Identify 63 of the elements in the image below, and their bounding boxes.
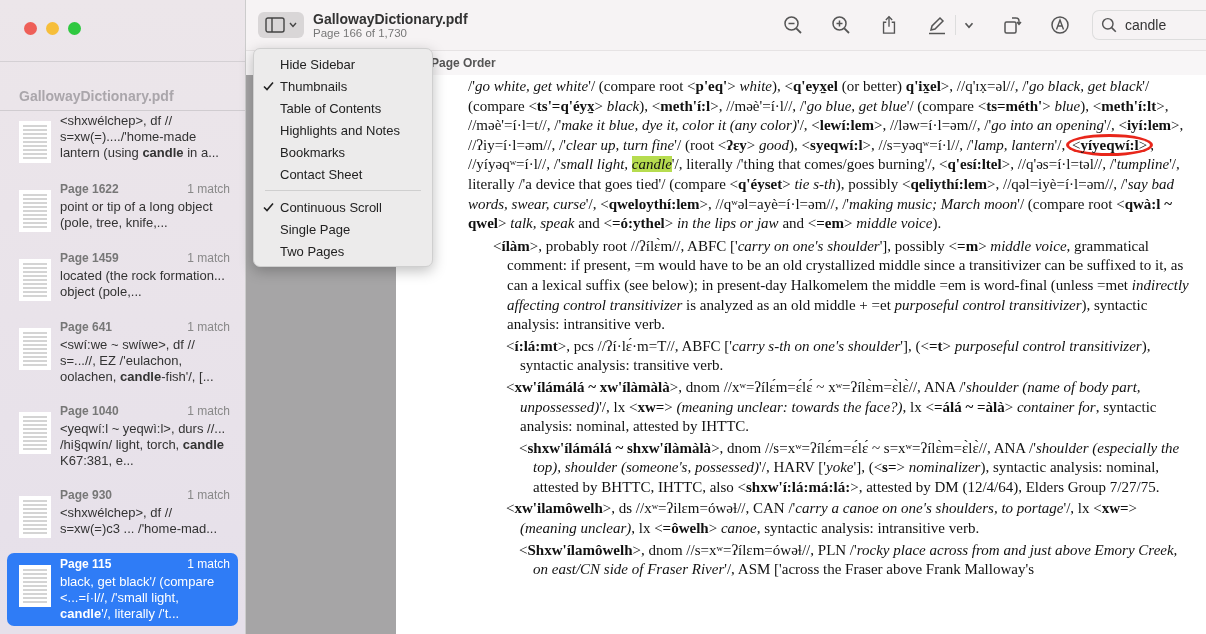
dictionary-entry: <xw'ílámálá ~ xw'ílàmàlà>, dnom //xʷ=ʔílɛ́m=ɛ́lɛ́ ~ xʷ=ʔílɛ̀m=ɛ̀lɛ̀//, ANA /'shoulder (name of body part, unpossessed)'/, lx <xw=> (meaning unclear: towards the face?), lx <=álá ~ =àlà> container for, syntactic analysis: nominal, attested by IHTTC. — [506, 377, 1158, 437]
result-snippet: black, get black'/ (compare <...=í·l//, /'small light, candle'/, literally /'t... — [60, 574, 216, 622]
match-count: 1 match — [187, 182, 230, 196]
page-thumbnail — [19, 190, 51, 232]
chevron-icon — [289, 22, 297, 28]
search-field[interactable]: candle — [1092, 10, 1206, 40]
result-snippet: located (the rock formation... object (pole,... — [60, 268, 226, 300]
pen-icon[interactable] — [927, 15, 947, 35]
menu-item[interactable]: Two Pages — [259, 240, 427, 262]
menu-item[interactable]: Hide Sidebar — [259, 53, 427, 75]
search-result[interactable]: Page 641 1 match <swí:we ~ swíwe>, df // s=...//, EZ /'eulachon, oolachen, candle-fish'/, [... — [7, 316, 238, 389]
menu-item[interactable]: Table of Contents — [259, 97, 427, 119]
menu-item[interactable]: Contact Sheet — [259, 163, 427, 185]
zoom-out-icon[interactable] — [783, 15, 803, 35]
search-icon — [1101, 17, 1117, 33]
match-count: 1 match — [187, 320, 230, 334]
result-snippet: <shxwélchep>, df // s=xw(=)..../'home-made lantern (using candle in a... — [60, 113, 220, 161]
sidebar-title: GallowayDictionary.pdf — [0, 62, 245, 111]
search-result[interactable]: Page 930 1 match <shxwélchep>, df // s=xw(=)c3 ... /'home-mad... — [7, 484, 238, 542]
page-number: Page 1040 — [60, 404, 119, 418]
search-result[interactable]: <shxwélchep>, df // s=xw(=)..../'home-made lantern (using candle in a... — [7, 109, 238, 167]
match-count: 1 match — [187, 251, 230, 265]
result-snippet: <shxwélchep>, df // s=xw(=)c3 ... /'home-mad... — [60, 505, 219, 537]
chevron-icon[interactable] — [964, 21, 974, 29]
page-thumbnail — [19, 259, 51, 301]
window-title: GallowayDictionary.pdf — [313, 11, 468, 27]
zoom-in-icon[interactable] — [831, 15, 851, 35]
menu-item[interactable]: Bookmarks — [259, 141, 427, 163]
page-number: Page 115 — [60, 557, 112, 571]
result-snippet: <yeqwí:l ~ yeqwì:l>, durs //... /hi§qwín/ light, torch, candle K67:381, e... — [60, 421, 227, 469]
dictionary-entry: <ílàm>, probably root //ʔílɛ̀m//, ABFC ['carry on one's shoulder'], possibly <=m> middle voice, grammatical comment: if present, =m would have to be an old crystallized middle since a transitivizer can be suffixed to it, as can a lexical suffix (see below); in present-day Halkomelem the middle =em is word-final (unless =met indirectly affecting control transitivizer is analyzed as an old middle + =et purposeful control transitivizer), syntactic analysis: intransitive verb. — [493, 236, 1190, 335]
page-thumbnail — [19, 121, 51, 163]
dictionary-entry: <í:lá:mt>, pcs //ʔí·lɛ́·m=T//, ABFC ['carry s-th on one's shoulder'], (<=t> purposeful control transitivizer), syntactic analysis: transitive verb. — [506, 336, 1152, 376]
search-result[interactable]: Page 1459 1 match located (the rock formation... object (pole,... — [7, 247, 238, 305]
match-count: 1 match — [187, 488, 230, 502]
menu-item[interactable]: Continuous Scroll — [259, 196, 427, 218]
search-result[interactable]: Page 115 1 match black, get black'/ (compare <...=í·l//, /'small light, candle'/, literally /'t... — [7, 553, 238, 626]
menu-item[interactable]: Highlights and Notes — [259, 119, 427, 141]
sidebar-icon — [265, 17, 285, 33]
dictionary-entry: <xw'ilamôwelh>, ds //xʷ=ʔilɛm=ówəɬ//, CAN /'carry a canoe on one's shoulders, to portage'/, lx <xw=> (meaning unclear), lx <=ôwelh> canoe, syntactic analysis: intransitive verb. — [506, 499, 1139, 539]
dictionary-entry: <shxw'ílámálá ~ shxw'ílàmàlà>, dnom //s=xʷ=ʔílɛ́m=ɛ́lɛ́ ~ s=xʷ=ʔílɛ̀m=ɛ̀lɛ̀//, ANA /'shoulder (especially the top), shoulder (someone's, possessed)'/, HARV ['yoke'], (<s=> nominalizer), syntactic analysis: nominal, attested by BHTTC, IHTTC, also <shxw'í:lá:má:lá:>, attested by DM (12/4/64), Elders Group 7/27/75. — [519, 438, 1181, 497]
match-count: 1 match — [187, 557, 230, 571]
page-indicator: Page 166 of 1,730 — [313, 27, 408, 39]
search-result[interactable]: Page 1040 1 match <yeqwí:l ~ yeqwì:l>, durs //... /hi§qwín/ light, torch, candle K67:381, e... — [7, 400, 238, 473]
page-thumbnail — [19, 565, 51, 607]
page-number: Page 930 — [60, 488, 113, 502]
close-button[interactable] — [24, 22, 37, 35]
page-number: Page 1622 — [60, 182, 119, 196]
page-number: Page 641 — [60, 320, 113, 334]
result-snippet: point or tip of a long object (pole, tree, knife,... — [60, 199, 214, 231]
rotate-icon[interactable] — [1002, 15, 1022, 35]
match-count: 1 match — [187, 404, 230, 418]
dictionary-entry: <Shxw'ílamôwelh>, dnom //s=xʷ=ʔílɛm=ówəɬ//, PLN /'rocky place across from and just above Emory Creek, on east/CN side of Fraser River'/, ASM ['across the Fraser above Frank Malloway's — [519, 540, 1179, 580]
page-number: Page 1459 — [60, 251, 119, 265]
search-result[interactable]: Page 1622 1 match point or tip of a long object (pole, tree, knife,... — [7, 178, 238, 236]
sidebar-toggle-button[interactable] — [258, 12, 304, 38]
result-snippet: <swí:we ~ swíwe>, df // s=...//, EZ /'eulachon, oolachen, candle-fish'/, [... — [60, 337, 215, 385]
page-thumbnail — [19, 496, 51, 538]
page-thumbnail — [19, 412, 51, 454]
page-thumbnail — [19, 328, 51, 370]
menu-item[interactable]: Single Page — [259, 218, 427, 240]
menu-item[interactable]: Thumbnails — [259, 75, 427, 97]
markup-icon[interactable] — [1050, 15, 1070, 35]
